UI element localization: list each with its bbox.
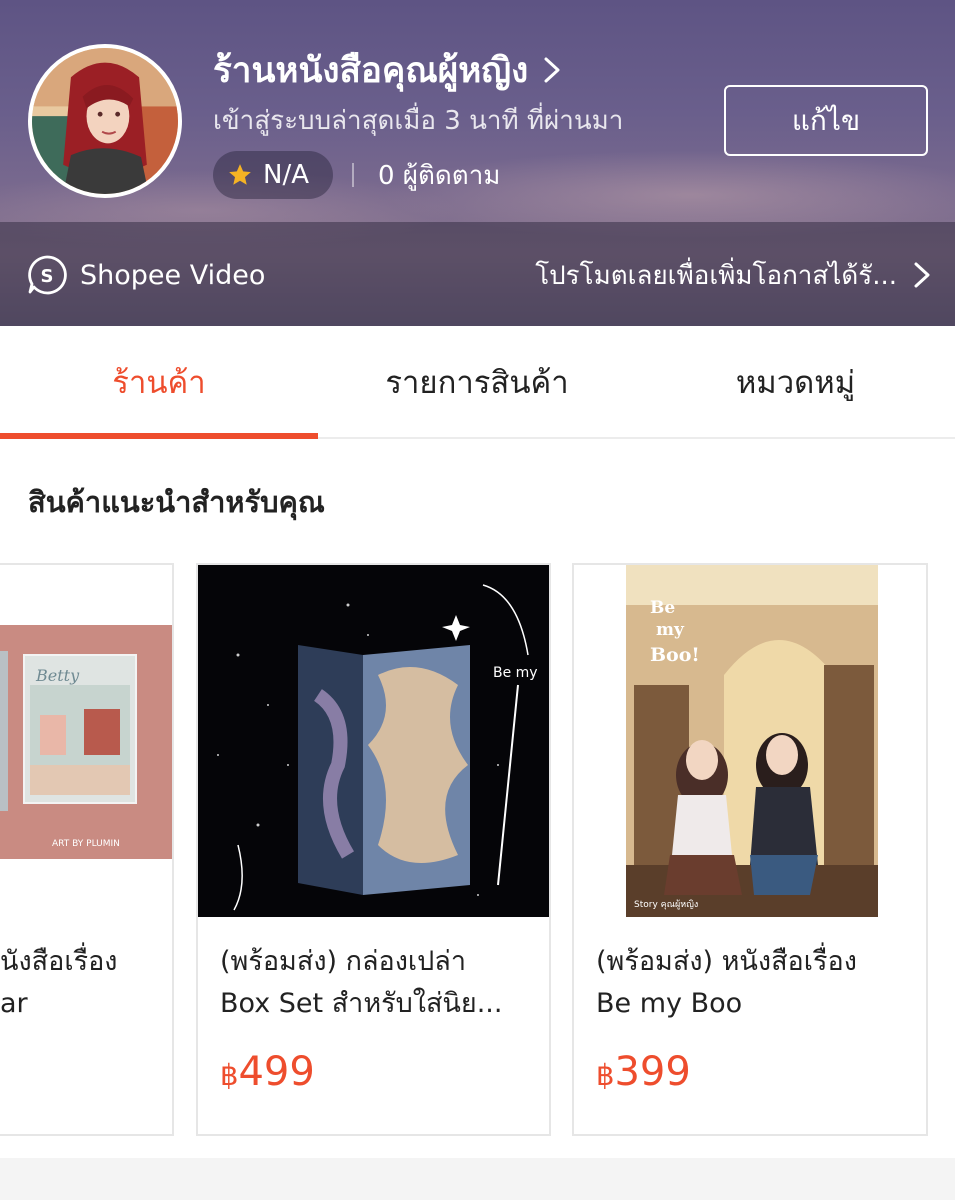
star-icon [229,164,251,185]
svg-text:Boo!: Boo! [650,644,700,666]
divider [352,163,354,187]
currency-symbol: ฿ [596,1058,615,1092]
price-value: 399 [614,1049,691,1095]
promote-text: โปรโมตเลยเพื่อเพิ่มโอกาสได้รั... [535,260,897,291]
promote-link[interactable]: โปรโมตเลยเพื่อเพิ่มโอกาสได้รั... [535,252,931,298]
product-image: Be my [198,565,549,917]
price-value: 499 [238,1049,315,1095]
product-title: (พร้อมส่ง) กล่องเปล่า Box Set สำหรับใส่น… [220,941,533,1025]
currency-symbol: ฿ [220,1058,239,1092]
shop-avatar[interactable] [28,44,182,198]
product-card[interactable]: Be my (พร้อมส่ง) กล่องเปล่า Box Set สำหร… [196,563,551,1136]
product-title-line: Box Set สำหรับใส่นิย... [220,988,503,1019]
product-image: Be my Boo! Story คุณผู้หญิง [574,565,926,917]
svg-text:my: my [656,620,685,640]
chevron-right-icon [914,262,930,288]
product-image: Betty ART BY PLUMIN [0,565,172,917]
rating-value: N/A [263,160,309,190]
edit-button[interactable]: แก้ไข [724,85,928,156]
page-background [0,1158,955,1200]
tab-bar: ร้านค้า รายการสินค้า หมวดหมู่ [0,326,955,439]
section-title: สินค้าแนะนำสำหรับคุณ [28,485,325,519]
followers-count[interactable]: 0 ผู้ติดตาม [378,155,500,197]
tab-shop[interactable]: ร้านค้า [0,326,318,437]
product-price: ฿499 [220,1047,315,1097]
svg-text:Be: Be [650,598,675,618]
tab-products[interactable]: รายการสินค้า [318,326,636,437]
svg-text:Betty: Betty [35,666,80,685]
product-title-line: Be my Boo [596,988,743,1019]
product-price: ฿399 [596,1047,691,1097]
cover-title: Be my [493,665,538,681]
shopee-video-link[interactable]: S Shopee Video [26,252,265,298]
svg-text:S: S [41,266,54,287]
shop-name-text: ร้านหนังสือคุณผู้หญิง [213,50,529,91]
tab-categories[interactable]: หมวดหมู่ [636,326,955,437]
product-title: (พร้อมส่ง) หนังสือเรื่อง Be my Boo [596,941,910,1025]
active-tab-indicator [0,433,318,439]
product-title-line: (พร้อมส่ง) หนังสือเรื่อง [596,946,857,977]
rating-badge[interactable]: N/A [213,151,333,199]
product-title-line: นังสือเรื่อง [0,946,118,977]
shopee-video-icon: S [28,255,67,295]
shop-name[interactable]: ร้านหนังสือคุณผู้หญิง [213,46,562,94]
product-title-line: ar [0,988,28,1019]
art-credit: ART BY PLUMIN [52,839,120,849]
chevron-right-icon [544,57,560,83]
cover-credit: Story คุณผู้หญิง [634,899,698,910]
product-card[interactable]: Be my Boo! Story คุณผู้หญิง (พร้อมส่ง) ห… [572,563,928,1136]
product-card[interactable]: Betty ART BY PLUMIN นังสือเรื่อง ar [0,563,174,1136]
product-title: นังสือเรื่อง ar [0,941,172,1025]
shopee-video-label: Shopee Video [80,259,266,291]
product-title-line: (พร้อมส่ง) กล่องเปล่า [220,946,466,977]
last-seen-text: เข้าสู่ระบบล่าสุดเมื่อ 3 นาที ที่ผ่านมา [213,106,624,136]
